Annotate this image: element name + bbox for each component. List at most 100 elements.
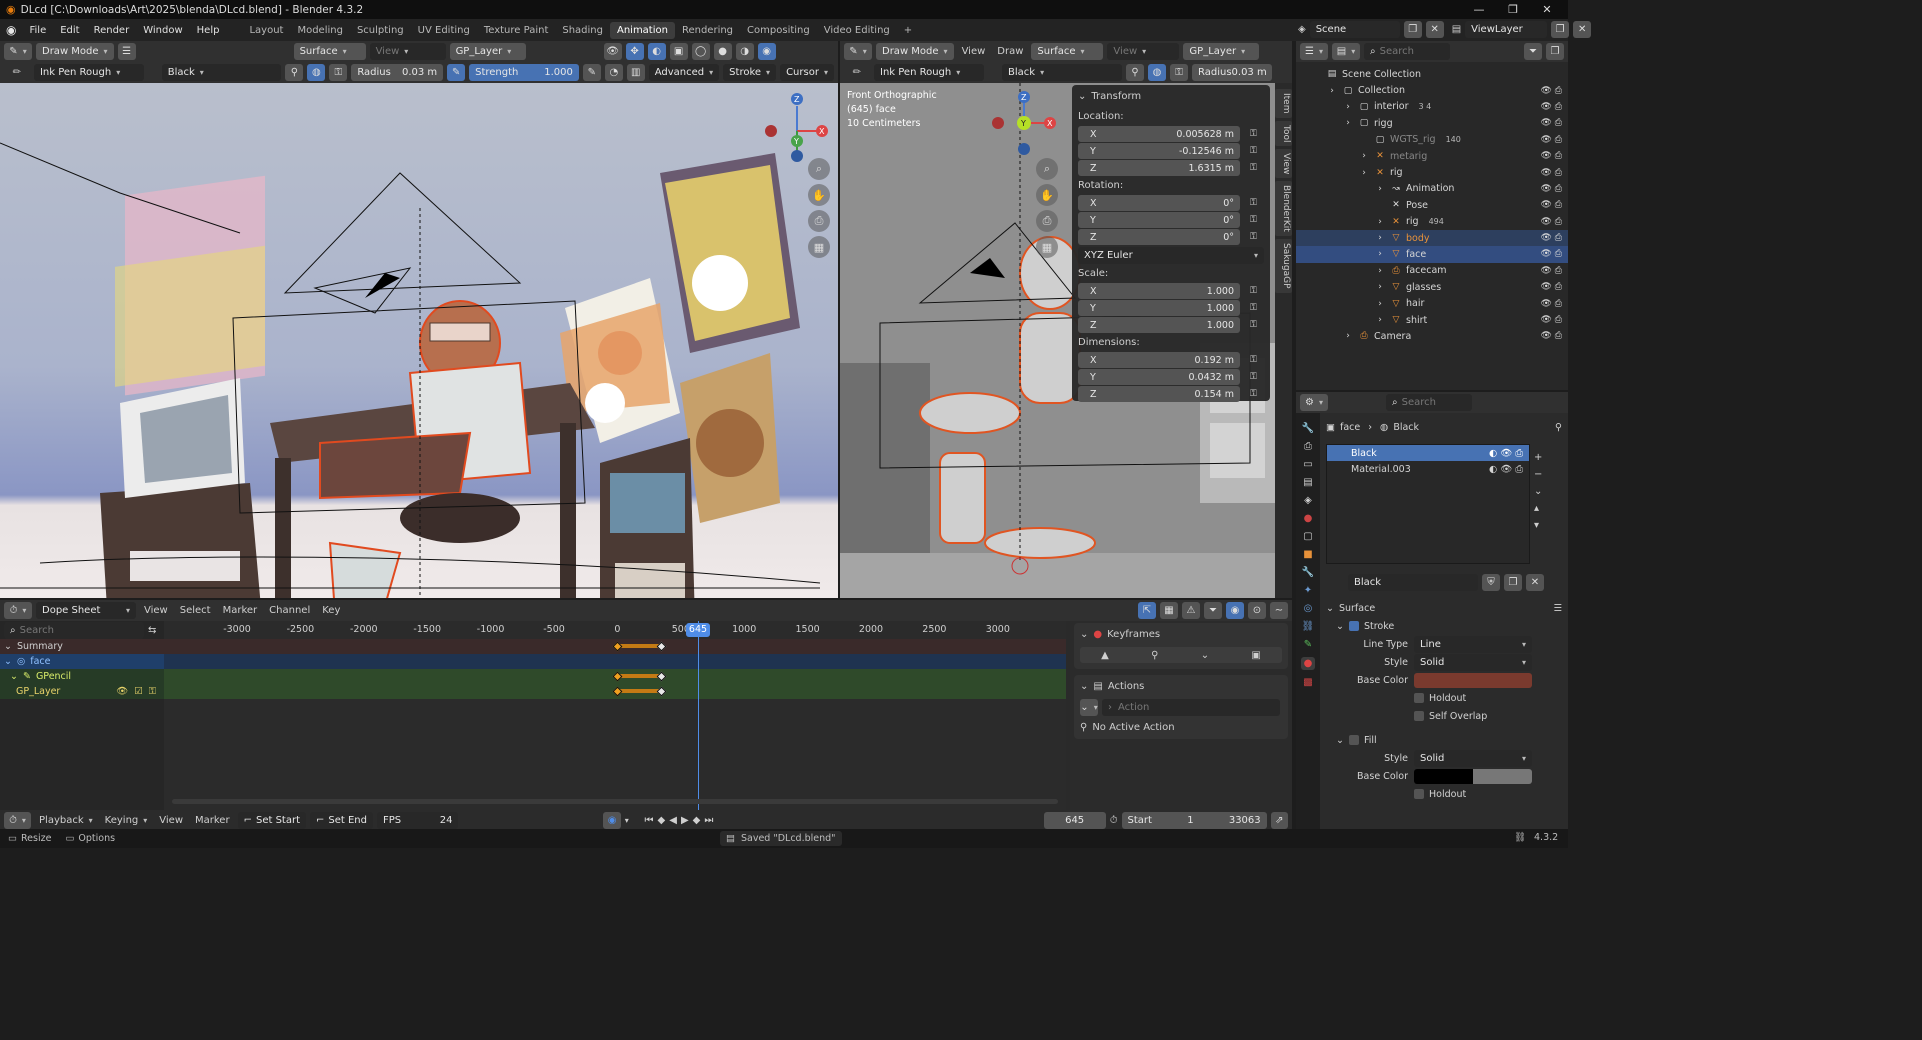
menu-window[interactable]: Window bbox=[136, 25, 189, 36]
outliner-item-metarig[interactable]: › ✕ metarig 👁 ⎙ bbox=[1296, 148, 1568, 164]
tab-shading[interactable]: Shading bbox=[555, 22, 610, 39]
slot-toggle-icons[interactable]: ◐ 👁 ⎙ bbox=[1489, 448, 1523, 459]
dimensions-x-field[interactable]: X 0.192 m bbox=[1078, 352, 1240, 368]
current-frame-indicator[interactable]: 645 bbox=[686, 623, 710, 637]
keyframe-handle-icon[interactable]: ⚲ bbox=[1151, 650, 1158, 661]
expand-arrow-icon[interactable]: › bbox=[1374, 282, 1386, 292]
radius-field[interactable]: Radius 0.03 m bbox=[351, 64, 444, 81]
material-selector-right[interactable]: Black bbox=[1002, 64, 1122, 81]
menu-edit[interactable]: Edit bbox=[53, 25, 86, 36]
move-up-icon[interactable]: ▴ bbox=[1534, 503, 1542, 514]
menu-toggle-icon[interactable]: ☰ bbox=[117, 43, 136, 60]
visibility-eye-icon[interactable]: 👁 ⎙ bbox=[1541, 282, 1563, 292]
snap-icon[interactable]: ⊙ bbox=[1248, 602, 1266, 619]
keyframe-frame-icon[interactable]: ▣ bbox=[1251, 650, 1260, 661]
view-layer-tab-icon[interactable]: ▤ bbox=[1303, 477, 1312, 488]
pan-hand-icon[interactable]: ✋ bbox=[1036, 184, 1058, 206]
add-slot-icon[interactable]: + bbox=[1534, 452, 1542, 463]
line-type-dropdown[interactable]: Line bbox=[1414, 635, 1532, 653]
expand-arrow-icon[interactable]: › bbox=[1374, 184, 1386, 194]
lock-icon[interactable]: ⚿ bbox=[1250, 215, 1257, 225]
fill-style-dropdown[interactable]: Solid bbox=[1414, 749, 1532, 767]
outliner-item-face[interactable]: › ▽ face 👁 ⎙ bbox=[1296, 246, 1568, 263]
visibility-eye-icon[interactable]: 👁 ⎙ bbox=[1541, 184, 1563, 194]
grid-icon[interactable]: ▦ bbox=[808, 236, 830, 258]
new-scene-icon[interactable]: ❐ bbox=[1403, 21, 1422, 38]
lock-icon[interactable]: ⚿ bbox=[1250, 198, 1257, 208]
lock-icon-right[interactable]: ⚿ bbox=[1170, 64, 1188, 81]
view-layer-selector[interactable]: ViewLayer bbox=[1465, 21, 1548, 38]
visibility-eye-icon[interactable]: 👁 ⎙ bbox=[1541, 299, 1563, 309]
dopesheet-menu-marker[interactable]: Marker bbox=[219, 605, 262, 616]
outliner-item-pose[interactable]: ✕ Pose 👁 ⎙ bbox=[1296, 197, 1568, 213]
channel-summary[interactable]: ⌄ Summary bbox=[0, 639, 164, 654]
material-shading-icon[interactable]: ◑ bbox=[735, 43, 754, 60]
camera-view-icon[interactable]: ⎙ bbox=[1036, 210, 1058, 232]
play-reverse-icon[interactable]: ◀ bbox=[669, 815, 677, 826]
visibility-eye-icon[interactable]: 👁 ⎙ bbox=[1541, 331, 1563, 341]
pressure-strength-icon[interactable]: ✎ bbox=[582, 64, 601, 81]
radius-field-right[interactable]: Radius 0.03 m bbox=[1192, 64, 1272, 81]
stroke-dropdown[interactable]: Stroke bbox=[723, 64, 777, 81]
editor-type-icon-right[interactable]: ✎ bbox=[844, 43, 872, 60]
material-name-field[interactable]: Black bbox=[1348, 574, 1478, 591]
frame-range-field[interactable]: Start 1 33063 bbox=[1121, 812, 1267, 829]
set-start-button[interactable]: ⌐ Set Start bbox=[237, 812, 306, 829]
placement-dropdown-right[interactable]: Surface bbox=[1031, 43, 1104, 60]
rendered-shading-icon[interactable]: ◉ bbox=[757, 43, 776, 60]
cursor-dropdown[interactable]: Cursor bbox=[780, 64, 834, 81]
filter-icon[interactable]: ⏷ bbox=[1204, 602, 1222, 619]
modifier-tab-icon[interactable]: 🔧 bbox=[1302, 567, 1314, 578]
save-report[interactable]: ▤ Saved "DLcd.blend" bbox=[720, 831, 842, 846]
eye-icon[interactable]: 👁 bbox=[116, 686, 128, 697]
current-frame-field[interactable]: 645 bbox=[1043, 812, 1106, 829]
sidebar-tab-sakugagp[interactable]: SakugaGP bbox=[1275, 239, 1292, 293]
channel-gp-layer[interactable]: GP_Layer 👁 ☑ ⚿ bbox=[0, 684, 164, 699]
clock-icon[interactable]: ⏱ bbox=[1110, 815, 1118, 826]
tab-animation[interactable]: Animation bbox=[609, 21, 675, 39]
rotation-z-field[interactable]: Z 0° bbox=[1078, 229, 1240, 245]
pressure-radius-icon[interactable]: ✎ bbox=[447, 64, 466, 81]
tab-compositing[interactable]: Compositing bbox=[740, 22, 817, 39]
visibility-icon[interactable]: 👁 bbox=[603, 43, 622, 60]
outliner-item-shirt[interactable]: › ▽ shirt 👁 ⎙ bbox=[1296, 312, 1568, 328]
outliner-item-rigg[interactable]: › ▢ rigg 👁 ⎙ bbox=[1296, 115, 1568, 131]
expand-arrow-icon[interactable]: › bbox=[1342, 102, 1354, 112]
mode-selector-right[interactable]: Draw Mode bbox=[876, 43, 954, 60]
fill-checkbox[interactable] bbox=[1348, 735, 1359, 745]
outliner-item-facecam[interactable]: › ⎙ facecam 👁 ⎙ bbox=[1296, 263, 1568, 279]
fill-subpanel-header[interactable]: ⌄ Fill bbox=[1326, 731, 1562, 749]
visibility-eye-icon[interactable]: 👁 ⎙ bbox=[1541, 266, 1563, 276]
tab-rendering[interactable]: Rendering bbox=[675, 22, 740, 39]
set-end-button[interactable]: ⌐ Set End bbox=[310, 812, 373, 829]
dopesheet-menu-view[interactable]: View bbox=[140, 605, 172, 616]
lock-icon[interactable]: ⚿ bbox=[149, 686, 156, 697]
outliner-item-camera[interactable]: › ⎙ Camera 👁 ⎙ bbox=[1296, 328, 1568, 344]
view-menu-right[interactable]: View bbox=[958, 46, 990, 57]
tab-layout[interactable]: Layout bbox=[242, 22, 290, 39]
navigation-gizmo[interactable]: Z X Y bbox=[760, 91, 835, 166]
scale-x-field[interactable]: X 1.000 bbox=[1078, 283, 1240, 299]
swap-icon[interactable]: ⇆ bbox=[148, 625, 156, 636]
lock-icon[interactable]: ⚿ bbox=[1250, 355, 1257, 365]
collection-tab-icon[interactable]: ▢ bbox=[1303, 531, 1312, 542]
slot-menu-icon[interactable]: ⌄ bbox=[1534, 486, 1542, 497]
render-tab-icon[interactable]: ⎙ bbox=[1304, 441, 1312, 452]
expand-arrow-icon[interactable]: › bbox=[1358, 168, 1370, 178]
output-tab-icon[interactable]: ▭ bbox=[1303, 459, 1312, 470]
only-errors-icon[interactable]: ⚠ bbox=[1182, 602, 1200, 619]
channel-search[interactable]: ⌕ Search bbox=[4, 621, 144, 639]
pin-icon[interactable]: ⚲ bbox=[1555, 422, 1562, 433]
dopesheet-menu-key[interactable]: Key bbox=[318, 605, 344, 616]
view-dropdown-right[interactable]: View bbox=[1107, 43, 1180, 60]
overlay-icon[interactable]: ◐ bbox=[647, 43, 666, 60]
visibility-eye-icon[interactable]: 👁 ⎙ bbox=[1541, 168, 1563, 178]
layer-dropdown[interactable]: GP_Layer bbox=[449, 43, 526, 60]
location-y-field[interactable]: Y -0.12546 m bbox=[1078, 143, 1240, 159]
navigation-gizmo-right[interactable]: Z X Y bbox=[988, 91, 1058, 161]
object-tab-icon[interactable]: ■ bbox=[1303, 549, 1312, 560]
record-dropdown-icon[interactable]: ▾ bbox=[625, 816, 629, 825]
left-3d-viewport[interactable]: Z X Y ⌕ ✋ ⎙ ▦ bbox=[0, 83, 838, 598]
prev-keyframe-icon[interactable]: ◆ bbox=[658, 815, 666, 826]
keying-menu[interactable]: Keying bbox=[101, 815, 152, 826]
